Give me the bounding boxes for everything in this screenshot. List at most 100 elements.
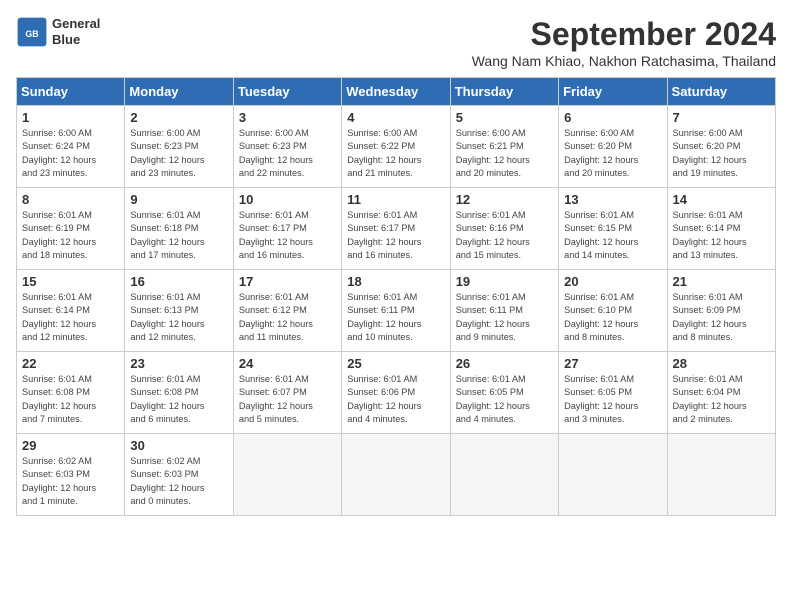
day-info: Sunrise: 6:01 AM Sunset: 6:10 PM Dayligh…: [564, 291, 661, 344]
calendar-day-22: 22 Sunrise: 6:01 AM Sunset: 6:08 PM Dayli…: [17, 352, 125, 434]
calendar-day-12: 12 Sunrise: 6:01 AM Sunset: 6:16 PM Dayli…: [450, 188, 558, 270]
day-number: 8: [22, 192, 119, 207]
day-number: 3: [239, 110, 336, 125]
calendar-day-26: 26 Sunrise: 6:01 AM Sunset: 6:05 PM Dayli…: [450, 352, 558, 434]
calendar-day-30: 30 Sunrise: 6:02 AM Sunset: 6:03 PM Dayli…: [125, 434, 233, 516]
weekday-header-wednesday: Wednesday: [342, 78, 450, 106]
logo-icon: GB: [16, 16, 48, 48]
day-number: 17: [239, 274, 336, 289]
day-number: 24: [239, 356, 336, 371]
day-number: 18: [347, 274, 444, 289]
empty-cell: [667, 434, 775, 516]
day-info: Sunrise: 6:00 AM Sunset: 6:22 PM Dayligh…: [347, 127, 444, 180]
day-number: 15: [22, 274, 119, 289]
calendar-day-29: 29 Sunrise: 6:02 AM Sunset: 6:03 PM Dayli…: [17, 434, 125, 516]
day-info: Sunrise: 6:01 AM Sunset: 6:09 PM Dayligh…: [673, 291, 770, 344]
day-number: 23: [130, 356, 227, 371]
calendar-day-25: 25 Sunrise: 6:01 AM Sunset: 6:06 PM Dayli…: [342, 352, 450, 434]
day-info: Sunrise: 6:01 AM Sunset: 6:18 PM Dayligh…: [130, 209, 227, 262]
weekday-header-saturday: Saturday: [667, 78, 775, 106]
day-info: Sunrise: 6:00 AM Sunset: 6:20 PM Dayligh…: [564, 127, 661, 180]
calendar-day-1: 1 Sunrise: 6:00 AM Sunset: 6:24 PM Daylig…: [17, 106, 125, 188]
day-info: Sunrise: 6:01 AM Sunset: 6:14 PM Dayligh…: [673, 209, 770, 262]
calendar-day-14: 14 Sunrise: 6:01 AM Sunset: 6:14 PM Dayli…: [667, 188, 775, 270]
day-number: 16: [130, 274, 227, 289]
day-number: 7: [673, 110, 770, 125]
calendar-day-11: 11 Sunrise: 6:01 AM Sunset: 6:17 PM Dayli…: [342, 188, 450, 270]
empty-cell: [233, 434, 341, 516]
day-info: Sunrise: 6:00 AM Sunset: 6:23 PM Dayligh…: [130, 127, 227, 180]
day-info: Sunrise: 6:01 AM Sunset: 6:19 PM Dayligh…: [22, 209, 119, 262]
calendar-day-18: 18 Sunrise: 6:01 AM Sunset: 6:11 PM Dayli…: [342, 270, 450, 352]
empty-cell: [342, 434, 450, 516]
day-number: 6: [564, 110, 661, 125]
title-block: September 2024 Wang Nam Khiao, Nakhon Ra…: [472, 16, 776, 69]
weekday-header-tuesday: Tuesday: [233, 78, 341, 106]
calendar-day-2: 2 Sunrise: 6:00 AM Sunset: 6:23 PM Daylig…: [125, 106, 233, 188]
day-number: 9: [130, 192, 227, 207]
empty-cell: [559, 434, 667, 516]
calendar-day-10: 10 Sunrise: 6:01 AM Sunset: 6:17 PM Dayli…: [233, 188, 341, 270]
calendar-day-5: 5 Sunrise: 6:00 AM Sunset: 6:21 PM Daylig…: [450, 106, 558, 188]
day-info: Sunrise: 6:00 AM Sunset: 6:23 PM Dayligh…: [239, 127, 336, 180]
weekday-header-friday: Friday: [559, 78, 667, 106]
day-info: Sunrise: 6:01 AM Sunset: 6:11 PM Dayligh…: [347, 291, 444, 344]
calendar-day-21: 21Sunrise: 6:01 AM Sunset: 6:09 PM Dayli…: [667, 270, 775, 352]
location-title: Wang Nam Khiao, Nakhon Ratchasima, Thail…: [472, 53, 776, 69]
day-number: 11: [347, 192, 444, 207]
weekday-header-monday: Monday: [125, 78, 233, 106]
calendar-day-15: 15 Sunrise: 6:01 AM Sunset: 6:14 PM Dayli…: [17, 270, 125, 352]
day-info: Sunrise: 6:01 AM Sunset: 6:04 PM Dayligh…: [673, 373, 770, 426]
day-number: 10: [239, 192, 336, 207]
day-number: 28: [673, 356, 770, 371]
day-info: Sunrise: 6:01 AM Sunset: 6:08 PM Dayligh…: [22, 373, 119, 426]
day-number: 1: [22, 110, 119, 125]
day-info: Sunrise: 6:00 AM Sunset: 6:20 PM Dayligh…: [673, 127, 770, 180]
day-number: 29: [22, 438, 119, 453]
calendar-day-8: 8 Sunrise: 6:01 AM Sunset: 6:19 PM Daylig…: [17, 188, 125, 270]
logo: GB General Blue: [16, 16, 100, 48]
calendar-day-23: 23Sunrise: 6:01 AM Sunset: 6:08 PM Dayli…: [125, 352, 233, 434]
svg-text:GB: GB: [25, 29, 38, 39]
day-number: 19: [456, 274, 553, 289]
calendar-day-24: 24 Sunrise: 6:01 AM Sunset: 6:07 PM Dayli…: [233, 352, 341, 434]
day-info: Sunrise: 6:01 AM Sunset: 6:06 PM Dayligh…: [347, 373, 444, 426]
day-number: 30: [130, 438, 227, 453]
calendar-day-28: 28 Sunrise: 6:01 AM Sunset: 6:04 PM Dayli…: [667, 352, 775, 434]
calendar: SundayMondayTuesdayWednesdayThursdayFrid…: [16, 77, 776, 516]
day-info: Sunrise: 6:01 AM Sunset: 6:16 PM Dayligh…: [456, 209, 553, 262]
day-info: Sunrise: 6:01 AM Sunset: 6:17 PM Dayligh…: [347, 209, 444, 262]
weekday-header-thursday: Thursday: [450, 78, 558, 106]
day-info: Sunrise: 6:00 AM Sunset: 6:21 PM Dayligh…: [456, 127, 553, 180]
month-title: September 2024: [472, 16, 776, 53]
day-info: Sunrise: 6:01 AM Sunset: 6:12 PM Dayligh…: [239, 291, 336, 344]
day-number: 22: [22, 356, 119, 371]
day-number: 27: [564, 356, 661, 371]
calendar-day-16: 16 Sunrise: 6:01 AM Sunset: 6:13 PM Dayli…: [125, 270, 233, 352]
day-info: Sunrise: 6:01 AM Sunset: 6:07 PM Dayligh…: [239, 373, 336, 426]
calendar-day-3: 3 Sunrise: 6:00 AM Sunset: 6:23 PM Daylig…: [233, 106, 341, 188]
calendar-day-9: 9 Sunrise: 6:01 AM Sunset: 6:18 PM Daylig…: [125, 188, 233, 270]
calendar-day-6: 6 Sunrise: 6:00 AM Sunset: 6:20 PM Daylig…: [559, 106, 667, 188]
day-number: 26: [456, 356, 553, 371]
day-info: Sunrise: 6:02 AM Sunset: 6:03 PM Dayligh…: [22, 455, 119, 508]
calendar-day-17: 17 Sunrise: 6:01 AM Sunset: 6:12 PM Dayli…: [233, 270, 341, 352]
day-info: Sunrise: 6:00 AM Sunset: 6:24 PM Dayligh…: [22, 127, 119, 180]
calendar-day-13: 13Sunrise: 6:01 AM Sunset: 6:15 PM Dayli…: [559, 188, 667, 270]
day-info: Sunrise: 6:01 AM Sunset: 6:13 PM Dayligh…: [130, 291, 227, 344]
logo-text: General Blue: [52, 16, 100, 47]
day-number: 2: [130, 110, 227, 125]
day-info: Sunrise: 6:01 AM Sunset: 6:05 PM Dayligh…: [456, 373, 553, 426]
day-number: 13: [564, 192, 661, 207]
calendar-day-27: 27 Sunrise: 6:01 AM Sunset: 6:05 PM Dayli…: [559, 352, 667, 434]
day-number: 12: [456, 192, 553, 207]
day-info: Sunrise: 6:01 AM Sunset: 6:05 PM Dayligh…: [564, 373, 661, 426]
day-info: Sunrise: 6:01 AM Sunset: 6:17 PM Dayligh…: [239, 209, 336, 262]
day-info: Sunrise: 6:02 AM Sunset: 6:03 PM Dayligh…: [130, 455, 227, 508]
day-number: 5: [456, 110, 553, 125]
day-info: Sunrise: 6:01 AM Sunset: 6:14 PM Dayligh…: [22, 291, 119, 344]
day-number: 4: [347, 110, 444, 125]
day-number: 14: [673, 192, 770, 207]
day-number: 25: [347, 356, 444, 371]
empty-cell: [450, 434, 558, 516]
